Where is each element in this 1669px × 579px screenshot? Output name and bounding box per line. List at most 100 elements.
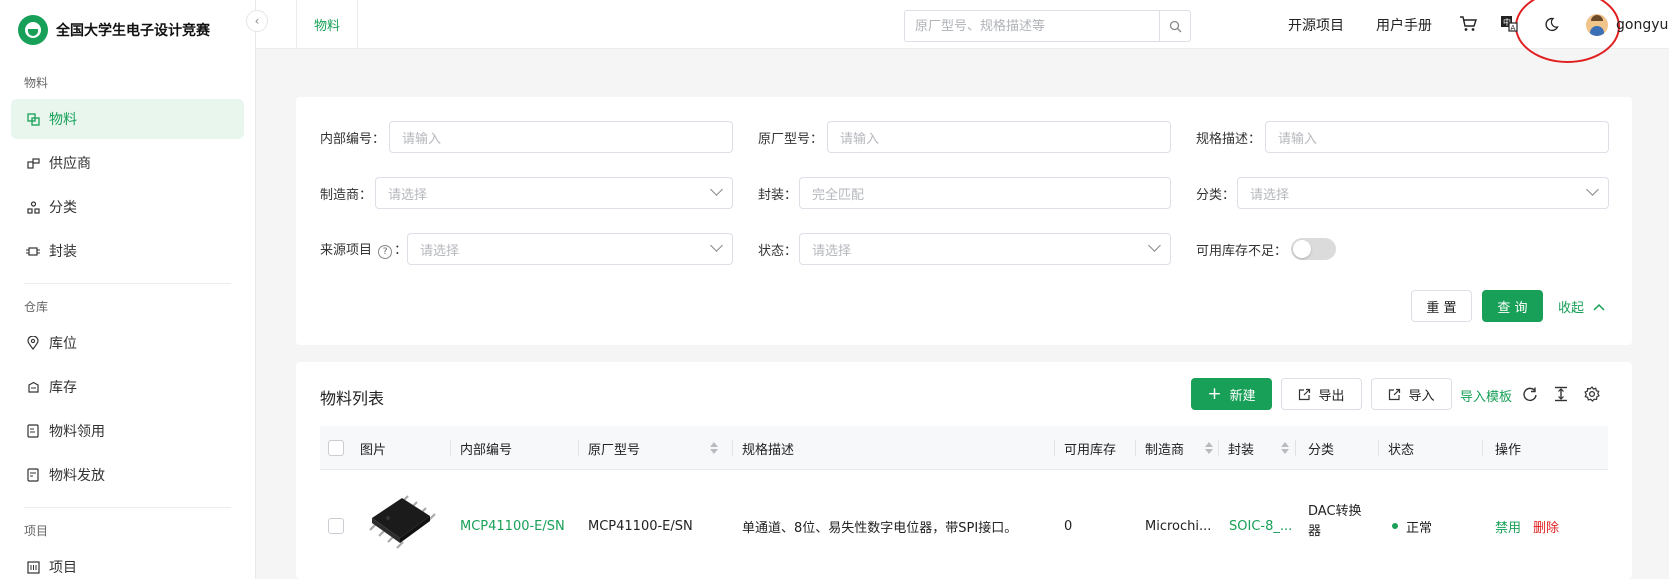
status-select[interactable]: 请选择 — [799, 233, 1171, 265]
spec-desc-input[interactable]: 请输入 — [1265, 121, 1609, 153]
sidebar-item-categories[interactable]: 分类 — [11, 187, 244, 227]
username[interactable]: gongyu — [1616, 0, 1668, 49]
chevron-left-icon: ‹ — [254, 14, 260, 28]
select-placeholder: 请选择 — [1250, 187, 1290, 203]
sidebar-item-materials[interactable]: 物料 — [11, 99, 244, 139]
avatar[interactable] — [1586, 14, 1608, 36]
filter-package: 封装： — [758, 177, 797, 209]
select-placeholder: 请选择 — [420, 243, 460, 259]
manufacturer-select[interactable]: 请选择 — [375, 177, 733, 209]
low-stock-toggle[interactable] — [1291, 238, 1336, 260]
select-placeholder: 请选择 — [812, 243, 852, 259]
sidebar-item-suppliers[interactable]: 供应商 — [11, 143, 244, 183]
logo-icon — [18, 15, 48, 45]
sidebar-item-packages[interactable]: 封装 — [11, 231, 244, 271]
disable-action[interactable]: 禁用 — [1495, 510, 1521, 542]
filter-manufacturer: 制造商： — [320, 177, 372, 209]
sidebar-item-inventory[interactable]: 库存 — [11, 367, 244, 407]
spec-desc-cell: 单通道、8位、易失性数字电位器，带SPI接口。 — [742, 520, 1018, 536]
open-source-projects-link[interactable]: 开源项目 — [1288, 0, 1344, 49]
refresh-icon[interactable] — [1522, 386, 1538, 402]
filter-label: 分类： — [1196, 187, 1236, 203]
new-label: 新建 — [1229, 388, 1256, 404]
export-label: 导出 — [1318, 388, 1345, 404]
column-divider — [1378, 440, 1379, 456]
brand-title: 全国大学生电子设计竞赛 — [56, 23, 210, 39]
import-button[interactable]: 导入 — [1371, 378, 1452, 410]
nav-divider — [24, 283, 231, 284]
mfr-part-no-input[interactable]: 请输入 — [827, 121, 1171, 153]
filter-spec-desc: 规格描述： — [1196, 121, 1261, 153]
sidebar-item-label: 物料发放 — [49, 468, 105, 484]
filter-label: 规格描述： — [1196, 131, 1262, 147]
available-stock-cell: 0 — [1064, 518, 1073, 534]
product-image — [358, 488, 436, 552]
column-header-package[interactable]: 封装 — [1228, 426, 1289, 470]
column-height-icon[interactable] — [1553, 386, 1569, 402]
sidebar-item-label: 分类 — [49, 200, 77, 216]
sidebar-item-issue[interactable]: 物料发放 — [11, 455, 244, 495]
select-all-checkbox[interactable] — [328, 426, 344, 470]
query-button[interactable]: 查 询 — [1482, 290, 1543, 322]
import-icon — [1389, 388, 1401, 400]
package-link[interactable]: SOIC-8_... — [1229, 510, 1292, 542]
help-icon[interactable]: ? — [378, 245, 393, 259]
language-icon[interactable]: 中A — [1499, 14, 1519, 34]
column-header-image: 图片 — [360, 442, 387, 458]
cart-icon[interactable] — [1458, 14, 1478, 34]
filter-category: 分类： — [1196, 177, 1235, 209]
sidebar-item-requisition[interactable]: 物料领用 — [11, 411, 244, 451]
category-select[interactable]: 请选择 — [1237, 177, 1609, 209]
filter-mfr-part-no: 原厂型号： — [758, 121, 823, 153]
new-button[interactable]: + 新建 — [1191, 378, 1272, 410]
inventory-icon — [26, 380, 40, 394]
search-button[interactable] — [1159, 10, 1191, 42]
export-button[interactable]: 导出 — [1281, 378, 1362, 410]
settings-icon[interactable] — [1584, 386, 1600, 402]
column-header-mfr-part-no[interactable]: 原厂型号 — [588, 426, 718, 470]
dark-mode-icon[interactable] — [1541, 14, 1561, 34]
filter-panel: 内部编号： 请输入 原厂型号： 请输入 规格描述： 请输入 制造商： 请选择 封… — [296, 97, 1632, 345]
package-input[interactable]: 完全匹配 — [799, 177, 1171, 209]
collapse-filters-link[interactable]: 收起 — [1558, 297, 1606, 316]
global-search-input[interactable] — [915, 18, 1159, 34]
status-badge: 正常 — [1406, 520, 1433, 536]
user-manual-link[interactable]: 用户手册 — [1376, 0, 1432, 49]
global-search-box[interactable] — [904, 10, 1160, 42]
column-header-category: 分类 — [1308, 442, 1335, 458]
category-icon — [26, 200, 40, 214]
source-project-select[interactable]: 请选择 — [407, 233, 733, 265]
delete-action[interactable]: 删除 — [1533, 510, 1559, 542]
category-text: 器 — [1308, 524, 1322, 539]
nav-divider — [24, 507, 231, 508]
filter-label: 封装： — [758, 187, 798, 203]
supplier-icon — [26, 156, 40, 170]
column-divider — [450, 440, 451, 456]
internal-no-input[interactable]: 请输入 — [389, 121, 733, 153]
sidebar-collapse-button[interactable]: ‹ — [246, 10, 268, 32]
chevron-down-icon — [710, 183, 723, 196]
chevron-down-icon — [1148, 239, 1161, 252]
filter-label: 来源项目 ?： — [320, 243, 408, 259]
table-header: 图片 内部编号 原厂型号 规格描述 可用库存 制造商 封装 分类 状态 操作 — [320, 426, 1608, 470]
import-template-link[interactable]: 导入模板 — [1460, 386, 1512, 405]
copy-icon — [26, 112, 40, 126]
filter-label: 可用库存不足： — [1196, 243, 1288, 259]
column-header-manufacturer[interactable]: 制造商 — [1145, 426, 1213, 470]
list-title: 物料列表 — [320, 389, 385, 408]
chevron-down-icon — [1586, 183, 1599, 196]
category-cell: DAC转换 器 — [1308, 502, 1362, 542]
row-checkbox[interactable] — [328, 518, 344, 534]
sidebar-item-projects[interactable]: 项目 — [11, 547, 244, 579]
tab-materials[interactable]: 物料 — [296, 0, 359, 49]
column-header-internal-no: 内部编号 — [460, 442, 513, 458]
reset-button[interactable]: 重 置 — [1411, 290, 1472, 322]
chevron-down-icon — [710, 239, 723, 252]
sidebar-item-locations[interactable]: 库位 — [11, 323, 244, 363]
column-divider — [1054, 440, 1055, 456]
filter-internal-no: 内部编号： — [320, 121, 385, 153]
column-header-label: 原厂型号 — [588, 442, 641, 458]
internal-no-link[interactable]: MCP41100-E/SN — [460, 510, 565, 542]
sort-icon — [1281, 442, 1289, 454]
sidebar-item-label: 库位 — [49, 336, 77, 352]
